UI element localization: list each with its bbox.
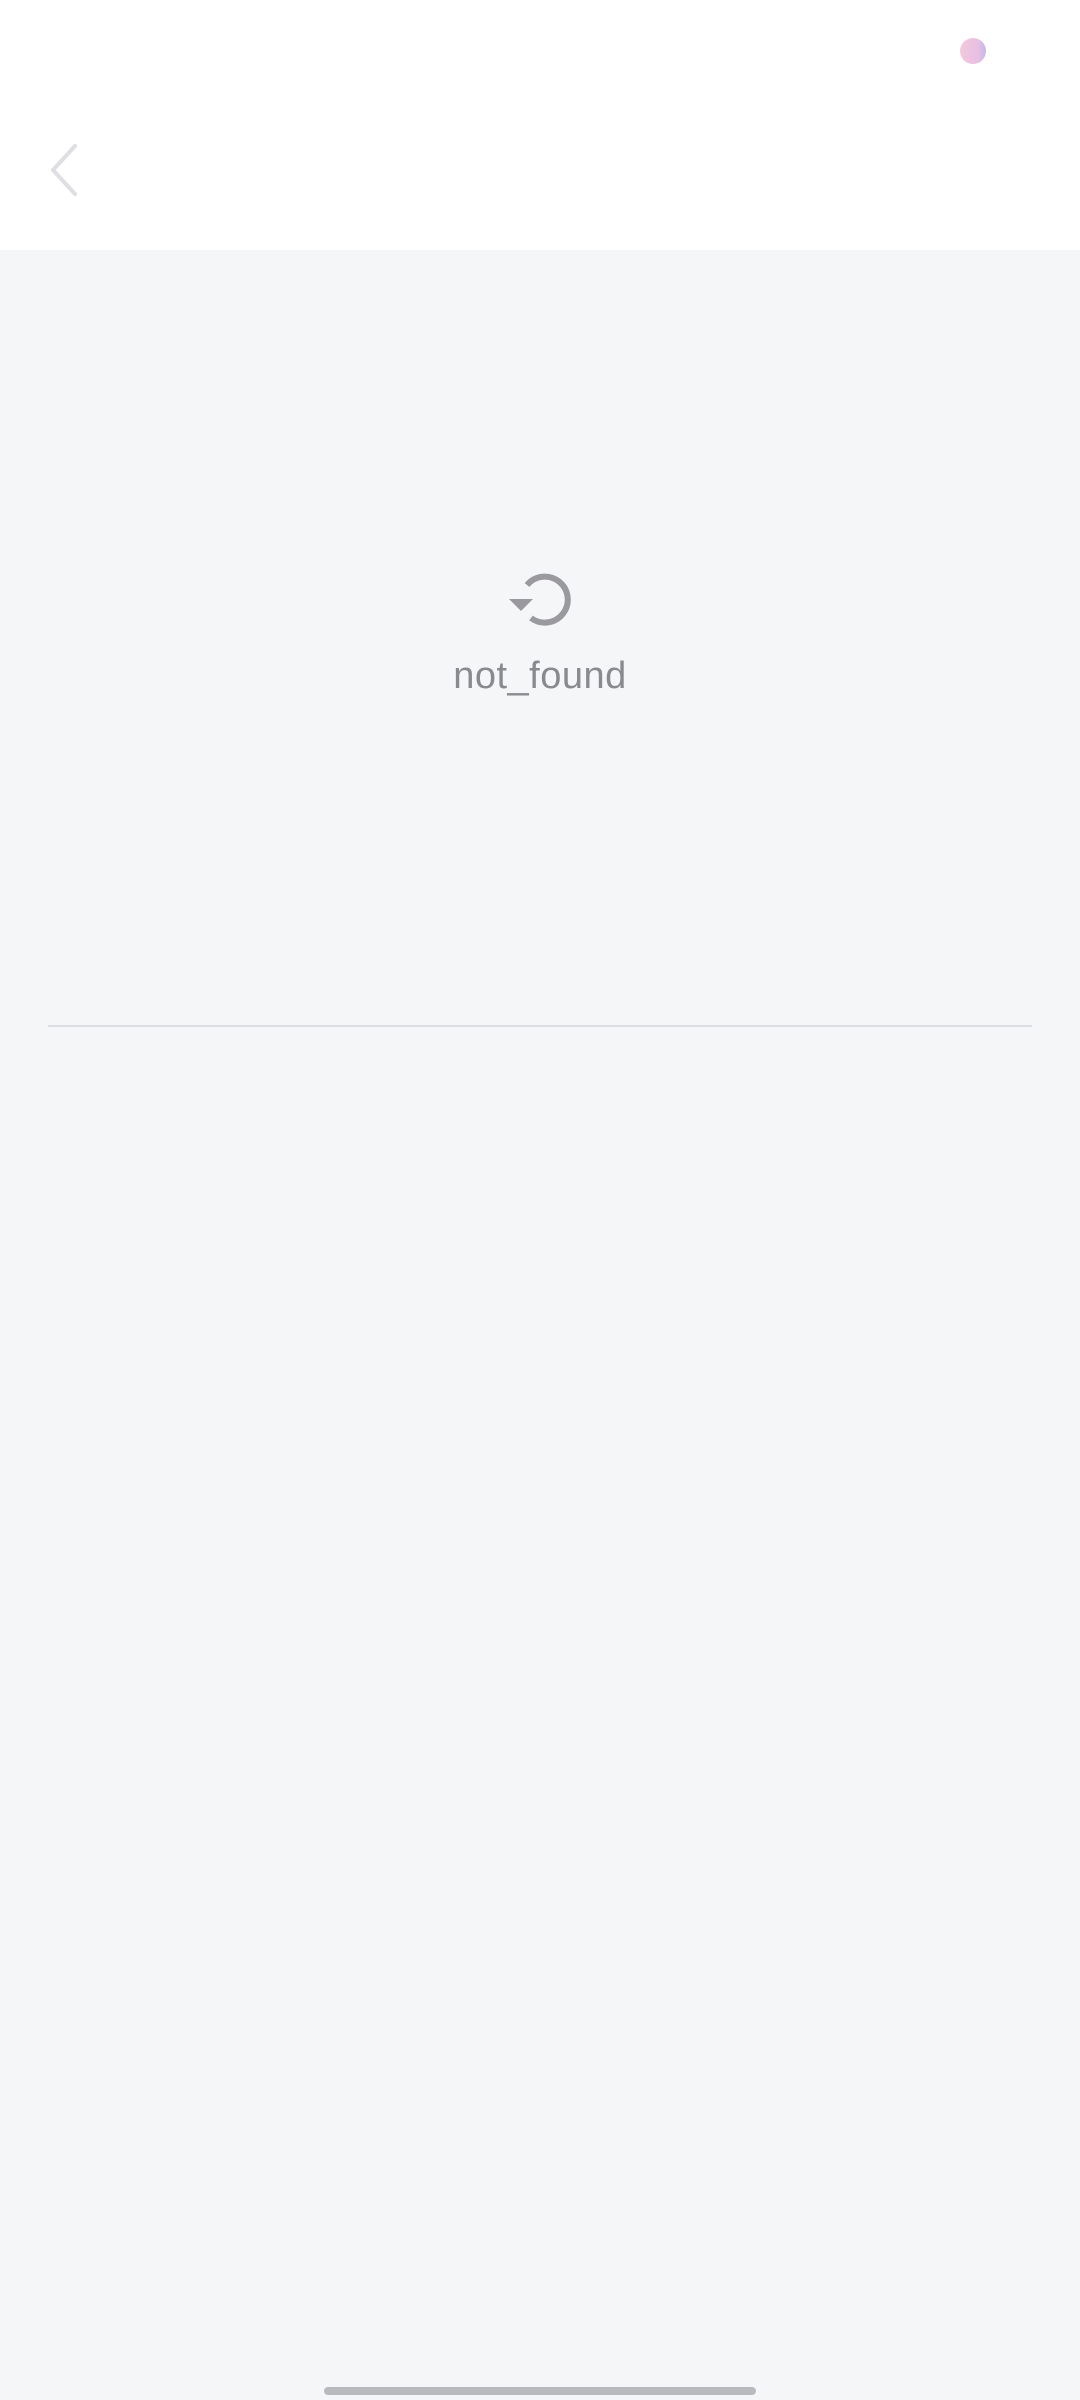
divider	[48, 1025, 1032, 1027]
status-bar	[0, 0, 1080, 100]
main-content: not_found	[0, 250, 1080, 2400]
empty-state-message: not_found	[453, 655, 627, 697]
empty-state: not_found	[0, 565, 1080, 699]
home-indicator[interactable]	[324, 2387, 756, 2395]
chevron-left-icon	[51, 144, 77, 196]
app-header	[0, 100, 1080, 250]
refresh-icon[interactable]	[507, 565, 573, 631]
back-button[interactable]	[30, 130, 100, 210]
status-indicator-icon	[960, 38, 986, 64]
